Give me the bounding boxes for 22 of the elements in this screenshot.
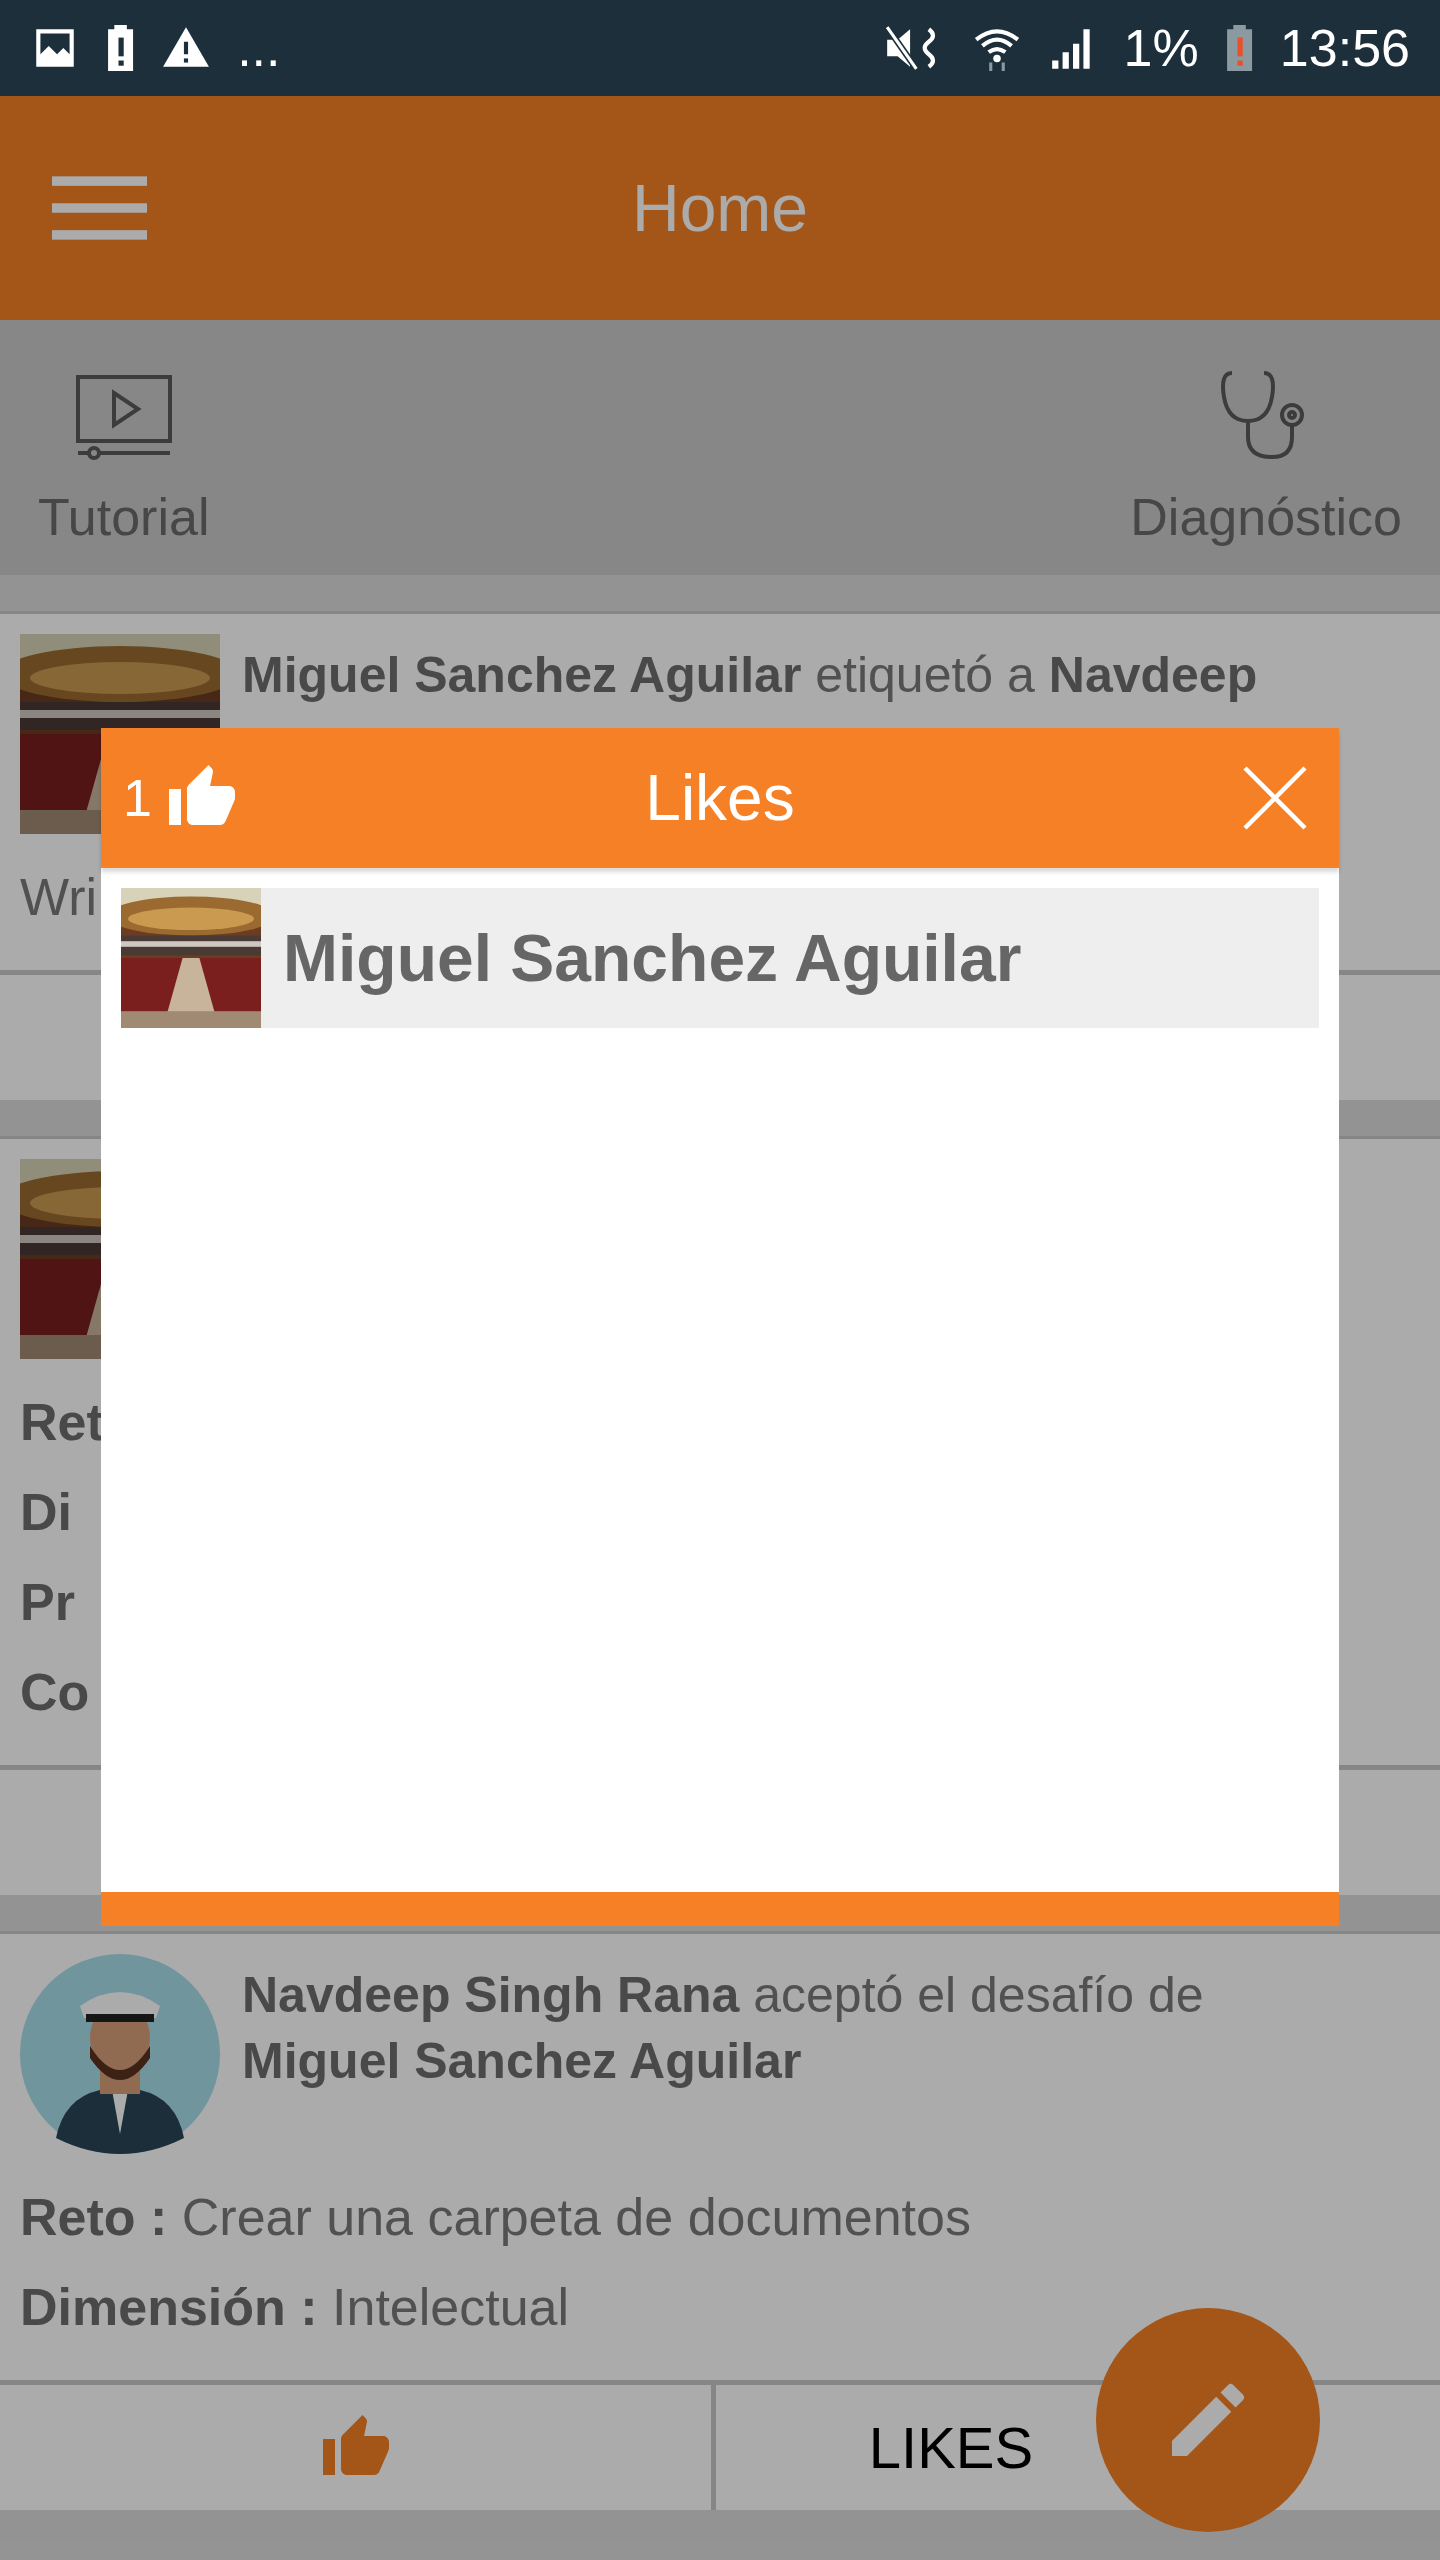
post-detail: Di — [20, 1482, 72, 1543]
battery-percent: 1% — [1123, 18, 1199, 78]
post-detail: Pr — [20, 1572, 75, 1633]
like-count: 1 — [123, 768, 152, 828]
post-detail: Dimensión : Intelectual — [20, 2277, 570, 2338]
post-detail: Reto : Crear una carpeta de documentos — [20, 2187, 971, 2248]
shortcut-label[interactable]: Diagnóstico — [1130, 487, 1402, 547]
post-headline: Miguel Sanchez Aguilar etiquetó a Navdeep — [242, 646, 1258, 705]
shortcut-label[interactable]: Tutorial — [38, 487, 210, 547]
post-detail: Ret — [20, 1392, 104, 1453]
post-detail: Co — [20, 1662, 90, 1723]
more-notifications: ... — [237, 18, 281, 78]
battery-alert-icon — [106, 23, 136, 73]
liker-item[interactable]: Miguel Sanchez Aguilar — [121, 888, 1319, 1028]
dialog-title: Likes — [645, 762, 795, 834]
battery-icon — [1224, 23, 1254, 73]
post-detail: Wri — [20, 867, 97, 928]
screen-title: Home — [631, 171, 809, 245]
post-headline: Navdeep Singh Rana aceptó el desafío de Miguel Sanchez Aguilar — [242, 1966, 1205, 2091]
clock: 13:56 — [1279, 18, 1410, 78]
likes-button[interactable]: LIKES — [716, 2385, 1440, 2510]
menu-icon[interactable] — [52, 176, 147, 240]
